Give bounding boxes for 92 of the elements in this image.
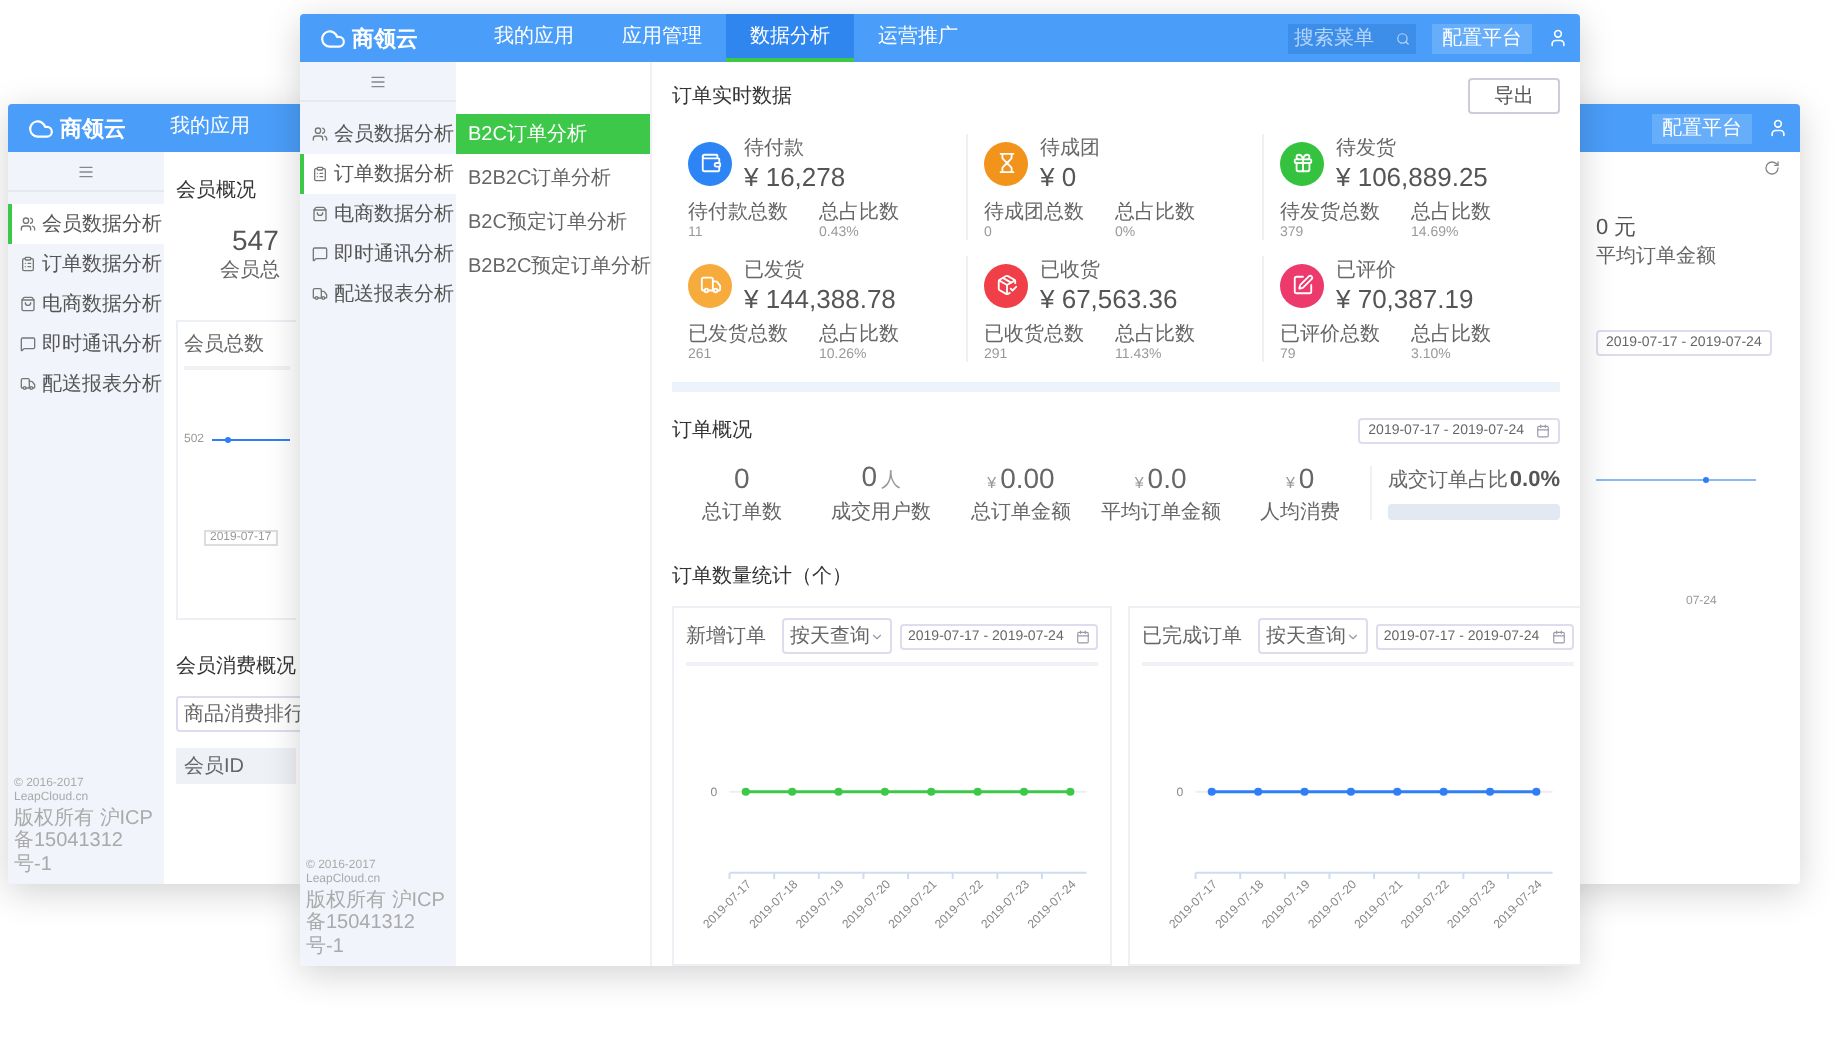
stat-label: 待成团总数 <box>984 199 1086 226</box>
stat-value: ¥ 0 <box>1040 162 1079 192</box>
nav-tab[interactable]: 数据分析 <box>726 14 854 62</box>
stat-value: ¥0.0 <box>1134 461 1187 493</box>
stat-label: 成交用户数 <box>831 499 932 526</box>
calendar-icon <box>1075 629 1090 643</box>
stat-label: 总占比数 <box>1115 199 1197 226</box>
stat-value: ¥ 106,889.25 <box>1336 162 1488 192</box>
stat-value: 0.0% <box>1509 468 1560 492</box>
sidebar-item[interactable]: 即时通讯分析 <box>300 234 456 274</box>
stat-label: 成交订单占比 <box>1387 467 1508 494</box>
stat-label: 平均订单金额 <box>1100 499 1221 525</box>
calendar-icon <box>1551 629 1566 643</box>
chart-title: 已完成订单 <box>1141 623 1242 650</box>
stat-value: ¥0 <box>1285 461 1315 493</box>
sidebar-item[interactable]: 会员数据分析 <box>300 114 456 154</box>
sidebar-item[interactable]: 会员数据分析 <box>8 204 164 244</box>
export-button[interactable]: 导出 <box>1468 78 1560 114</box>
stat-label: 待发货 <box>1336 135 1398 162</box>
dropdown[interactable]: 按天查询 <box>1257 618 1368 654</box>
menu-item-icon <box>312 126 328 142</box>
sidebar-item[interactable]: 电商数据分析 <box>8 284 164 324</box>
stat-label: 平均订单金额 <box>1596 243 1718 270</box>
refresh-icon[interactable] <box>1764 160 1780 176</box>
chevron-down-icon <box>1345 629 1360 643</box>
stat-label: 总订单金额 <box>970 499 1071 525</box>
stat-label: 总占比数 <box>819 321 901 348</box>
stat-label: 已评价总数 <box>1280 321 1382 348</box>
chevron-down-icon <box>870 629 884 643</box>
footer-text: 版权所有 沪ICP备15041312号-1 <box>306 889 447 958</box>
stat-value: ¥ 16,278 <box>744 162 846 192</box>
sidebar-item[interactable]: 电商数据分析 <box>300 194 456 234</box>
menu-icon[interactable] <box>78 163 94 179</box>
stat-label: 已发货总数 <box>688 321 790 348</box>
stat-label: 已收货总数 <box>984 321 1086 348</box>
menu-item-icon <box>312 206 328 222</box>
stat-value: ¥0.00 <box>987 461 1055 493</box>
stat-label: 人均消费 <box>1260 499 1341 525</box>
stat-label: 待付款总数 <box>688 199 790 226</box>
user-icon[interactable] <box>1768 118 1788 138</box>
stat-label: 已收货 <box>1040 258 1102 284</box>
submenu-item[interactable]: B2B2C预定订单分析 <box>456 246 650 286</box>
stat-value: ¥ 70,387.19 <box>1336 284 1474 314</box>
menu-icon[interactable] <box>370 73 386 89</box>
stat-label: 待成团 <box>1040 135 1100 162</box>
dropdown[interactable]: 按天查询 <box>782 618 892 654</box>
menu-item-icon <box>312 166 328 182</box>
sidebar-item[interactable]: 配送报表分析 <box>8 364 164 404</box>
stat-value: 0 元 <box>1596 214 1639 242</box>
submenu-item[interactable]: B2B2C订单分析 <box>456 158 650 198</box>
sidebar-item[interactable]: 配送报表分析 <box>300 274 456 314</box>
section-title: 订单实时数据 <box>672 83 792 110</box>
data-line <box>212 436 290 444</box>
sidebar-item[interactable]: 订单数据分析 <box>300 154 456 194</box>
menu-item-icon <box>20 296 36 312</box>
menu-item-icon <box>312 286 328 302</box>
user-icon[interactable] <box>1548 28 1568 48</box>
stat-label: 总占比数 <box>1115 321 1197 348</box>
stat-label: 总占比数 <box>1411 199 1493 226</box>
stat-label: 总订单数 <box>701 499 782 525</box>
table-header: 会员ID <box>176 748 296 784</box>
menu-item-icon <box>20 256 36 272</box>
search-icon <box>1396 31 1410 45</box>
cloud-icon <box>28 115 54 141</box>
chart-title: 会员总数 <box>184 331 264 358</box>
stat-label: 总占比数 <box>819 199 901 226</box>
sidebar-item[interactable]: 即时通讯分析 <box>8 324 164 364</box>
menu-item-icon <box>20 336 36 352</box>
chart-title: 新增订单 <box>686 623 766 650</box>
stat-label: 已发货 <box>744 258 806 284</box>
stat-label: 待发货总数 <box>1280 199 1382 226</box>
section-title: 订单概况 <box>672 417 752 444</box>
stat-label: 已评价 <box>1336 258 1398 284</box>
submenu-item[interactable]: B2C预定订单分析 <box>456 202 650 242</box>
stat-value: ¥ 67,563.36 <box>1040 284 1178 314</box>
menu-item-icon <box>20 376 36 392</box>
stat-value: ¥ 144,388.78 <box>744 284 896 314</box>
stat-value: 0 人 <box>861 460 902 494</box>
stat-value: 547 <box>230 224 281 256</box>
stat-value: 0 <box>734 461 750 493</box>
stat-label: 总占比数 <box>1411 321 1493 348</box>
menu-item-icon <box>20 216 36 232</box>
section-title: 订单数量统计（个） <box>672 563 854 590</box>
footer-text: 版权所有 沪ICP备15041312号-1 <box>14 807 155 876</box>
section-title: 会员消费概况 <box>176 653 296 680</box>
cloud-icon <box>320 25 346 51</box>
stat-label: 会员总 <box>218 257 282 284</box>
sidebar-item[interactable]: 订单数据分析 <box>8 244 164 284</box>
stat-label: 待付款 <box>744 135 806 162</box>
menu-item-icon <box>312 246 328 262</box>
section-title: 会员概况 <box>176 177 258 204</box>
calendar-icon <box>1536 423 1550 437</box>
